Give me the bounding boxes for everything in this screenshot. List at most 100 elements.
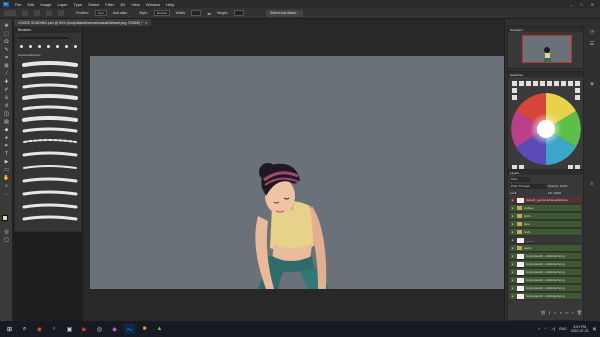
youtube-icon[interactable]: ▶	[79, 324, 90, 334]
quick-select-tool-icon[interactable]: ✎	[3, 47, 10, 53]
history-panel-icon[interactable]: ◷	[586, 27, 598, 37]
network-icon[interactable]: ◠	[544, 327, 547, 331]
subtract-selection-icon[interactable]	[46, 10, 52, 16]
pen-tool-icon[interactable]: ✒	[3, 143, 10, 149]
brush-preset[interactable]	[45, 43, 51, 49]
hand-tool-icon[interactable]: ✋	[3, 175, 10, 181]
language-indicator[interactable]: ENG	[559, 327, 567, 331]
layer-row[interactable]: ● pants	[510, 245, 581, 252]
layer-row[interactable]: ● clothes	[510, 205, 581, 212]
foreground-color-swatch[interactable]	[2, 215, 8, 221]
brush-preset[interactable]	[36, 43, 42, 49]
frame-tool-icon[interactable]: ⊠	[3, 63, 10, 69]
stamp-tool-icon[interactable]: ♙	[3, 95, 10, 101]
new-group-icon[interactable]: ▭	[565, 310, 569, 318]
intersect-selection-icon[interactable]	[58, 10, 64, 16]
move-tool-icon[interactable]: ✥	[3, 23, 10, 29]
close-window-button[interactable]: ✕	[591, 2, 594, 7]
menu-help[interactable]: Help	[166, 2, 174, 7]
visibility-eye-icon[interactable]: ●	[510, 270, 515, 275]
new-layer-icon[interactable]: +	[572, 310, 574, 318]
navigator-preview[interactable]	[522, 35, 572, 63]
healing-tool-icon[interactable]: ✚	[3, 79, 10, 85]
menu-3d[interactable]: 3D	[120, 2, 125, 7]
app-icon[interactable]: ◆	[109, 324, 120, 334]
visibility-eye-icon[interactable]: ●	[510, 254, 515, 259]
delete-layer-icon[interactable]: 🗑	[577, 310, 582, 318]
brush-tool-icon[interactable]: ✐	[3, 87, 10, 93]
visibility-eye-icon[interactable]: ●	[510, 278, 515, 283]
photoshop-taskbar-icon[interactable]: Ps	[124, 324, 135, 334]
document-tab[interactable]: CHASE SHADING.psd @ 50% (body/stand/norm…	[14, 19, 152, 26]
visibility-eye-icon[interactable]: ●	[510, 294, 515, 299]
layer-row[interactable]: ● body/stand/n...ult/default.png	[510, 285, 581, 292]
fill-control[interactable]: Fill: 100%	[548, 191, 561, 195]
new-selection-icon[interactable]	[22, 10, 28, 16]
properties-panel-icon[interactable]: ☰	[586, 39, 598, 49]
feather-input[interactable]: 0 px	[95, 10, 107, 16]
chrome-icon[interactable]: ◉	[34, 324, 45, 334]
visibility-eye-icon[interactable]: ●	[510, 238, 515, 243]
antialias-checkbox[interactable]: Anti-alias	[113, 11, 127, 15]
chevron-up-icon[interactable]: ˄	[538, 327, 540, 331]
layer-row[interactable]: ● body/stand/n...ult/default.png	[510, 253, 581, 260]
clock[interactable]: 3:01 PM 2022-07-21	[571, 325, 589, 333]
menu-select[interactable]: Select	[88, 2, 99, 7]
menu-image[interactable]: Image	[40, 2, 51, 7]
eraser-tool-icon[interactable]: ◫	[3, 111, 10, 117]
width-input[interactable]	[191, 10, 202, 16]
mask-icon[interactable]: ◐	[554, 310, 556, 318]
swap-icon[interactable]: ⇄	[207, 11, 210, 16]
screen-mode-icon[interactable]: ▢	[3, 237, 10, 243]
marquee-tool-preset[interactable]	[4, 10, 16, 16]
gradient-tool-icon[interactable]: ▤	[3, 119, 10, 125]
height-input[interactable]	[233, 10, 244, 16]
layer-row[interactable]: ● body/stand/n...ult/default.png	[510, 293, 581, 300]
windows-start-icon[interactable]: ⊞	[4, 324, 15, 334]
brush-preset[interactable]	[18, 43, 24, 49]
color-panel-icon[interactable]: ◈	[586, 79, 598, 89]
visibility-eye-icon[interactable]: ●	[510, 198, 515, 203]
visibility-eye-icon[interactable]: ●	[510, 206, 515, 211]
tab-close-icon[interactable]: ×	[145, 21, 147, 25]
layer-filter-kind[interactable]: Kind	[510, 177, 530, 182]
brush-preset[interactable]	[72, 43, 78, 49]
visibility-eye-icon[interactable]: ●	[510, 222, 515, 227]
visibility-eye-icon[interactable]: ●	[510, 286, 515, 291]
more-tools-icon[interactable]: …	[3, 191, 10, 197]
channels-panel-icon[interactable]: ≡	[586, 179, 598, 189]
search-icon[interactable]: ⌕	[19, 324, 30, 334]
layer-row[interactable]: ● body/stand/n...ult/default.png	[510, 269, 581, 276]
artboard[interactable]	[90, 56, 504, 289]
dodge-tool-icon[interactable]: ●	[3, 135, 10, 141]
crop-tool-icon[interactable]: ⌗	[3, 55, 10, 61]
swatch-grid[interactable]	[510, 79, 582, 179]
menu-edit[interactable]: Edit	[27, 2, 34, 7]
app-icon[interactable]: ▣	[64, 324, 75, 334]
app-icon[interactable]: ■	[139, 324, 150, 334]
path-select-tool-icon[interactable]: ▶	[3, 159, 10, 165]
brush-size-slider[interactable]	[18, 37, 69, 39]
history-brush-tool-icon[interactable]: ↺	[3, 103, 10, 109]
notifications-icon[interactable]: ▤	[593, 327, 596, 331]
marquee-tool-icon[interactable]: ⬚	[3, 31, 10, 37]
type-tool-icon[interactable]: T	[3, 151, 10, 157]
style-select[interactable]: Normal	[153, 10, 170, 16]
layer-row[interactable]: ● body/stand/n...ult/default.png	[510, 261, 581, 268]
zoom-tool-icon[interactable]: ⌕	[3, 183, 10, 189]
layer-row[interactable]: ● _____	[510, 237, 581, 244]
layer-row[interactable]: ● face	[510, 221, 581, 228]
brush-preset[interactable]	[63, 43, 69, 49]
edge-icon[interactable]: ◐	[49, 324, 60, 334]
visibility-eye-icon[interactable]: ●	[510, 214, 515, 219]
menu-window[interactable]: Window	[146, 2, 160, 7]
brush-preset[interactable]	[27, 43, 33, 49]
layer-row[interactable]: ● default_ garment/casual/shame	[510, 197, 581, 204]
adjustment-icon[interactable]: ◑	[559, 310, 561, 318]
quick-mask-icon[interactable]: ◎	[3, 229, 10, 235]
lasso-tool-icon[interactable]: ⵔ	[3, 39, 10, 45]
layer-row[interactable]: ● body/stand/n...ult/default.png	[510, 277, 581, 284]
layer-row[interactable]: ● body	[510, 229, 581, 236]
brush-preset[interactable]	[54, 43, 60, 49]
shape-tool-icon[interactable]: ▭	[3, 167, 10, 173]
